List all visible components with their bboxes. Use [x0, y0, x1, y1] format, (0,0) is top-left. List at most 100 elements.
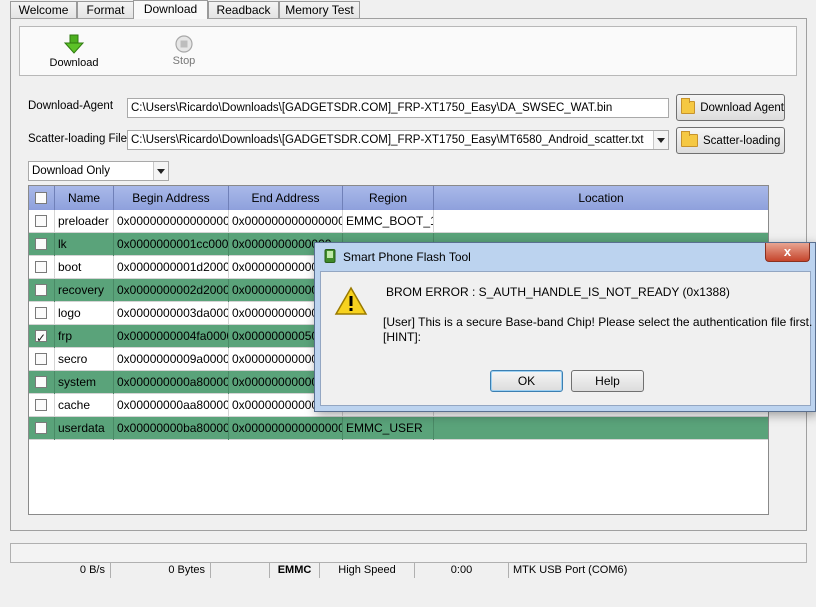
cell-name: frp — [55, 325, 114, 348]
cell-name: userdata — [55, 417, 114, 440]
cell-name: boot — [55, 256, 114, 279]
scatter-file-label: Scatter-loading File — [28, 133, 128, 145]
cell-begin: 0x0000000004fa0000 — [114, 325, 229, 348]
column-header-begin-address[interactable]: Begin Address — [114, 186, 229, 210]
row-checkbox-cell — [29, 210, 55, 233]
stop-button-label: Stop — [172, 55, 196, 67]
error-dialog: Smart Phone Flash Tool x BROM ERROR : S_… — [314, 242, 816, 412]
partition-checkbox[interactable] — [35, 422, 47, 434]
column-header-location[interactable]: Location — [434, 186, 768, 210]
download-mode-select[interactable]: Download Only — [28, 161, 169, 181]
cell-begin: 0x0000000003da0000 — [114, 302, 229, 325]
row-checkbox-cell — [29, 325, 55, 348]
tab-format[interactable]: Format — [77, 1, 134, 19]
tab-memory-test[interactable]: Memory Test — [279, 1, 360, 19]
partition-checkbox[interactable] — [35, 215, 47, 227]
cell-end: 0x0000000000000000 — [229, 417, 343, 440]
cell-name: cache — [55, 394, 114, 417]
folder-icon — [681, 131, 698, 147]
row-checkbox-cell — [29, 417, 55, 440]
usb-speed-mode: High Speed — [320, 563, 415, 578]
folder-icon — [681, 98, 696, 114]
cell-begin: 0x0000000000000000 — [114, 210, 229, 233]
scatter-file-path: C:\Users\Ricardo\Downloads\[GADGETSDR.CO… — [131, 134, 644, 146]
flash-tool-app-icon — [324, 249, 336, 263]
dialog-title: Smart Phone Flash Tool — [343, 250, 471, 264]
download-agent-button-label: Download Agent — [700, 101, 784, 114]
warning-icon — [334, 286, 368, 315]
partition-checkbox[interactable] — [35, 261, 47, 273]
tab-readback[interactable]: Readback — [208, 1, 279, 19]
cell-begin: 0x0000000001d20000 — [114, 256, 229, 279]
chevron-down-icon[interactable] — [153, 162, 168, 180]
table-row[interactable]: userdata 0x00000000ba800000 0x000000000000… — [29, 417, 768, 440]
row-checkbox-cell — [29, 256, 55, 279]
partition-checkbox[interactable] — [35, 284, 47, 296]
select-all-checkbox[interactable] — [35, 192, 47, 204]
table-row[interactable]: preloader 0x0000000000000000 0x00000000000… — [29, 210, 768, 233]
dialog-close-button[interactable]: x — [765, 243, 810, 262]
cell-region: EMMC_USER — [343, 417, 434, 440]
column-header-name[interactable]: Name — [55, 186, 114, 210]
row-checkbox-cell — [29, 233, 55, 256]
tab-bar: Welcome Format Download Readback Memory … — [0, 0, 816, 19]
download-button-label: Download — [49, 57, 99, 69]
download-arrow-icon — [63, 34, 85, 54]
cell-name: recovery — [55, 279, 114, 302]
stop-icon — [175, 35, 193, 53]
cell-name: preloader — [55, 210, 114, 233]
column-header-region[interactable]: Region — [343, 186, 434, 210]
partition-checkbox[interactable] — [35, 376, 47, 388]
stop-button[interactable]: Stop — [164, 34, 204, 67]
download-mode-value: Download Only — [32, 165, 110, 177]
partition-checkbox[interactable] — [35, 238, 47, 250]
storage-type: EMMC — [270, 563, 320, 578]
cell-begin: 0x0000000002d20000 — [114, 279, 229, 302]
cell-location — [434, 210, 768, 233]
cell-begin: 0x0000000009a00000 — [114, 348, 229, 371]
column-header-end-address[interactable]: End Address — [229, 186, 343, 210]
row-checkbox-cell — [29, 371, 55, 394]
cell-name: logo — [55, 302, 114, 325]
scatter-file-combobox[interactable]: C:\Users\Ricardo\Downloads\[GADGETSDR.CO… — [127, 130, 669, 150]
ok-button[interactable]: OK — [490, 370, 563, 392]
transfer-bytes: 0 Bytes — [111, 563, 211, 578]
cell-location — [434, 417, 768, 440]
table-header: Name Begin Address End Address Region Lo… — [29, 186, 768, 210]
cell-begin: 0x0000000001cc0000 — [114, 233, 229, 256]
download-button[interactable]: Download — [46, 33, 102, 69]
download-agent-label: Download-Agent — [28, 100, 114, 112]
cell-name: lk — [55, 233, 114, 256]
download-agent-path-field[interactable]: C:\Users\Ricardo\Downloads\[GADGETSDR.CO… — [127, 98, 669, 118]
cell-end: 0x0000000000000000 — [229, 210, 343, 233]
error-message: BROM ERROR : S_AUTH_HANDLE_IS_NOT_READY … — [386, 285, 730, 299]
download-agent-button[interactable]: Download Agent — [676, 94, 785, 121]
toolbar — [19, 26, 797, 76]
partition-checkbox[interactable] — [35, 307, 47, 319]
row-checkbox-cell — [29, 302, 55, 325]
cell-begin: 0x00000000aa800000 — [114, 394, 229, 417]
status-blank — [211, 563, 270, 578]
help-button[interactable]: Help — [571, 370, 644, 392]
cell-begin: 0x00000000ba800000 — [114, 417, 229, 440]
scatter-loading-button-label: Scatter-loading — [703, 134, 781, 147]
partition-checkbox[interactable] — [35, 327, 47, 348]
row-checkbox-cell — [29, 348, 55, 371]
transfer-speed: 0 B/s — [10, 563, 111, 578]
elapsed-time: 0:00 — [415, 563, 509, 578]
row-checkbox-cell — [29, 394, 55, 417]
dialog-body: BROM ERROR : S_AUTH_HANDLE_IS_NOT_READY … — [320, 271, 813, 406]
user-message: [User] This is a secure Base-band Chip! … — [383, 315, 813, 329]
chevron-down-icon[interactable] — [653, 131, 668, 149]
partition-checkbox[interactable] — [35, 399, 47, 411]
progress-bar — [10, 543, 807, 563]
cell-name: system — [55, 371, 114, 394]
tab-download[interactable]: Download — [133, 0, 208, 19]
cell-region: EMMC_BOOT_1 — [343, 210, 434, 233]
com-port: MTK USB Port (COM6) — [513, 564, 628, 576]
row-checkbox-cell — [29, 279, 55, 302]
tab-welcome[interactable]: Welcome — [10, 1, 77, 19]
hint-text: [HINT]: — [383, 330, 421, 344]
scatter-loading-button[interactable]: Scatter-loading — [676, 127, 785, 154]
partition-checkbox[interactable] — [35, 353, 47, 365]
